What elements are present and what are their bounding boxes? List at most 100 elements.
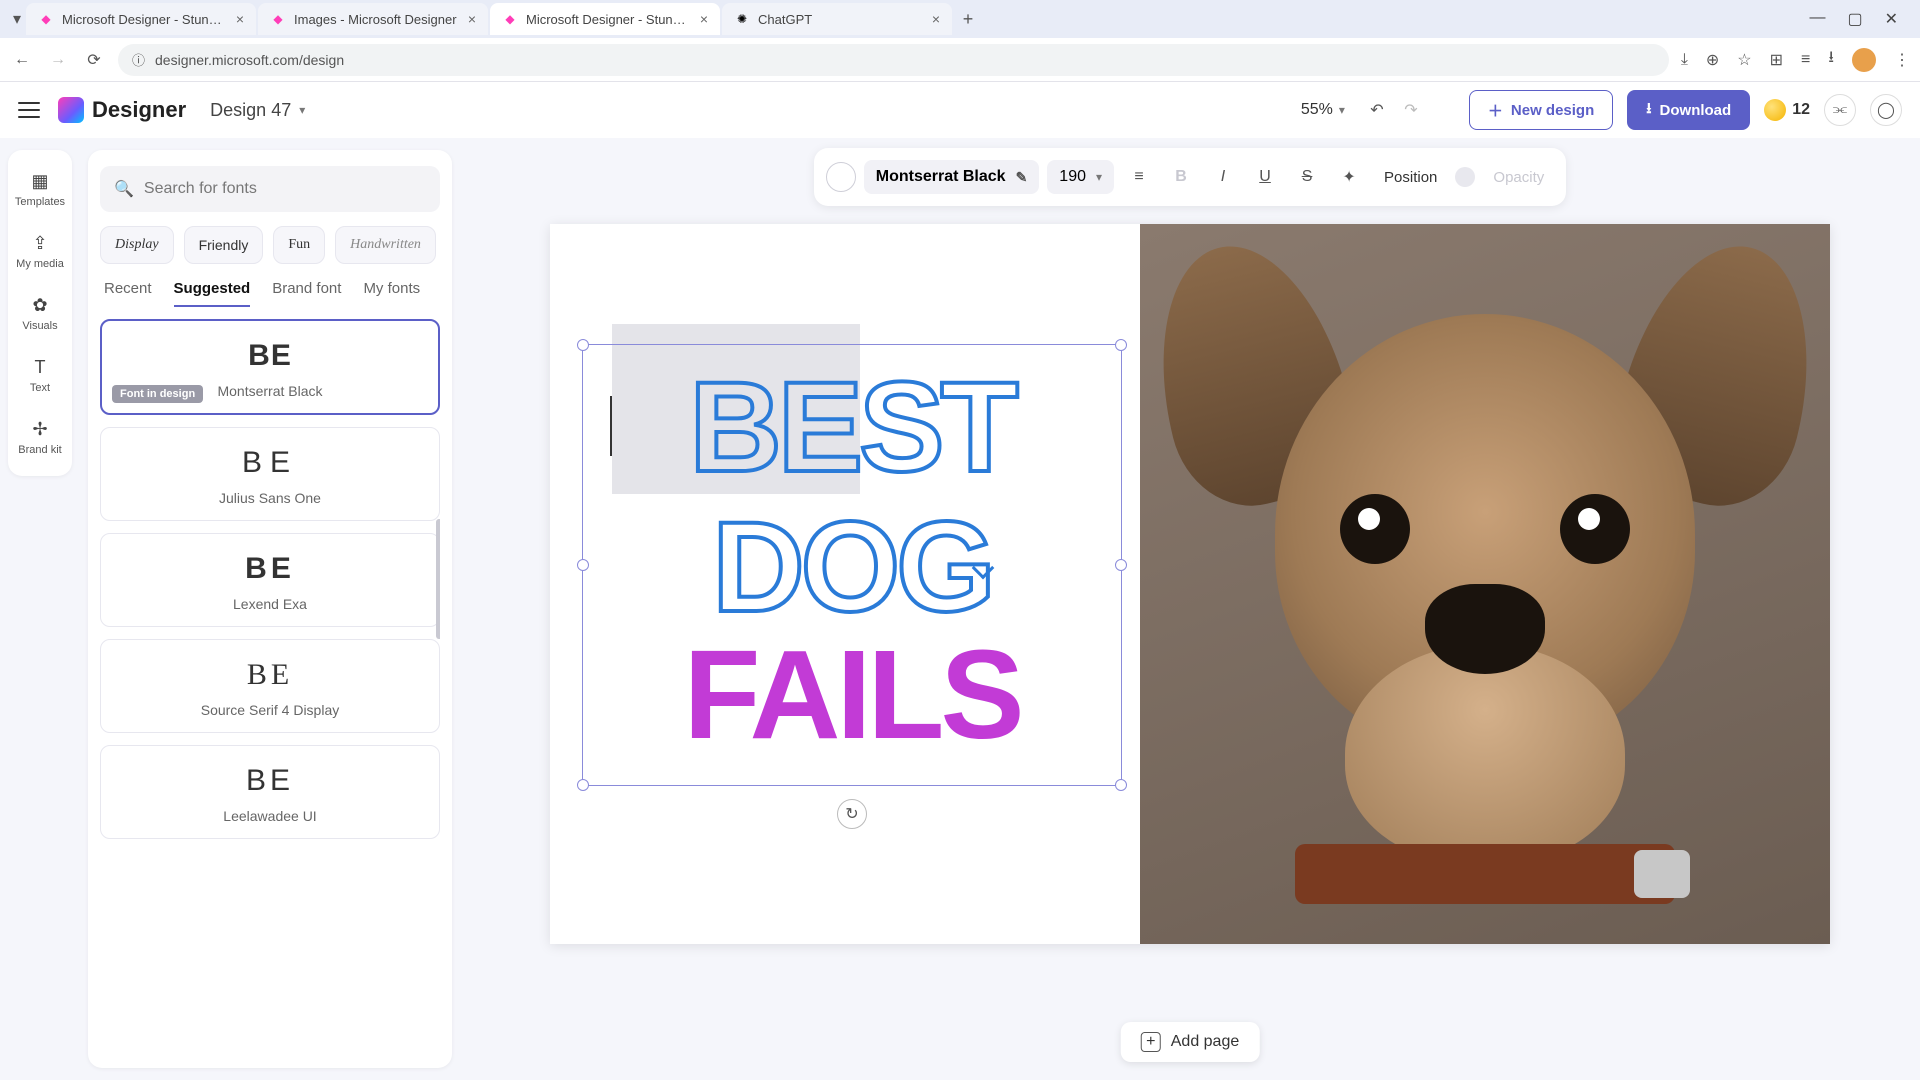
rotate-handle-icon[interactable]: ↻ bbox=[837, 799, 867, 829]
design-title-dropdown[interactable]: Design 47 ▾ bbox=[210, 100, 305, 121]
bookmark-icon[interactable]: ☆ bbox=[1737, 50, 1751, 70]
close-icon[interactable]: × bbox=[468, 11, 476, 27]
profile-avatar-icon[interactable] bbox=[1852, 48, 1876, 72]
menu-icon[interactable] bbox=[18, 102, 40, 118]
resize-handle[interactable] bbox=[1115, 779, 1127, 791]
rail-my-media[interactable]: ⇪My media bbox=[8, 220, 72, 282]
favicon-icon: ◆ bbox=[502, 11, 518, 27]
close-icon[interactable]: × bbox=[236, 11, 244, 27]
brand[interactable]: Designer bbox=[58, 97, 186, 123]
account-icon[interactable]: ◯ bbox=[1870, 94, 1902, 126]
artboard-dog-image[interactable] bbox=[1140, 224, 1830, 944]
text-align-icon[interactable]: ≡ bbox=[1122, 160, 1156, 194]
site-info-icon[interactable]: ⓘ bbox=[132, 50, 145, 69]
zoom-dropdown[interactable]: 55% ▾ bbox=[1291, 97, 1355, 123]
maximize-icon[interactable]: ▢ bbox=[1847, 9, 1862, 29]
url-text: designer.microsoft.com/design bbox=[155, 52, 344, 68]
opacity-button[interactable]: Opacity bbox=[1483, 169, 1554, 186]
font-family-selector[interactable]: Montserrat Black ✎ bbox=[864, 160, 1040, 194]
downloads-icon[interactable]: ⭳ bbox=[1828, 46, 1834, 73]
brand-name: Designer bbox=[92, 97, 186, 123]
tab-bar: ▾ ◆ Microsoft Designer - Stunning × ◆ Im… bbox=[0, 0, 1920, 38]
font-in-design-badge: Font in design bbox=[112, 385, 203, 403]
extensions-icon[interactable]: ⊞ bbox=[1770, 50, 1783, 70]
font-card-lexend-exa[interactable]: BE Lexend Exa bbox=[100, 533, 440, 627]
install-app-icon[interactable]: ⤓ bbox=[1681, 51, 1688, 69]
forward-icon[interactable]: → bbox=[46, 51, 70, 69]
reading-list-icon[interactable]: ≡ bbox=[1801, 51, 1810, 69]
reload-icon[interactable]: ⟳ bbox=[82, 50, 106, 70]
font-size-selector[interactable]: 190 ▾ bbox=[1047, 160, 1114, 194]
font-card-julius-sans-one[interactable]: BE Julius Sans One bbox=[100, 427, 440, 521]
favicon-icon: ◆ bbox=[270, 11, 286, 27]
coin-icon bbox=[1764, 99, 1786, 121]
url-input[interactable]: ⓘ designer.microsoft.com/design bbox=[118, 44, 1669, 76]
download-icon: ⭳ bbox=[1646, 98, 1651, 123]
tab-search-dropdown[interactable]: ▾ bbox=[8, 9, 26, 29]
chevron-down-icon: ▾ bbox=[299, 103, 305, 117]
browser-tab-active[interactable]: ◆ Microsoft Designer - Stunning × bbox=[490, 3, 720, 35]
resize-handle[interactable] bbox=[1115, 339, 1127, 351]
font-list[interactable]: BE Montserrat Black Font in design BE Ju… bbox=[100, 319, 440, 1052]
font-name: Source Serif 4 Display bbox=[115, 702, 425, 718]
resize-handle[interactable] bbox=[577, 779, 589, 791]
font-sample: BE bbox=[115, 764, 425, 798]
artboard[interactable]: BEST DOG FAILS ↻ bbox=[550, 224, 1830, 944]
font-search-input[interactable]: 🔍 Search for fonts bbox=[100, 166, 440, 212]
tab-my-fonts[interactable]: My fonts bbox=[363, 280, 420, 307]
chip-fun[interactable]: Fun bbox=[273, 226, 325, 264]
chip-display[interactable]: Display bbox=[100, 226, 174, 264]
resize-handle[interactable] bbox=[577, 339, 589, 351]
italic-icon[interactable]: I bbox=[1206, 160, 1240, 194]
tab-recent[interactable]: Recent bbox=[104, 280, 152, 307]
close-icon[interactable]: × bbox=[932, 11, 940, 27]
back-icon[interactable]: ← bbox=[10, 51, 34, 69]
browser-tab[interactable]: ◆ Images - Microsoft Designer × bbox=[258, 3, 488, 35]
selection-bounding-box[interactable]: ↻ bbox=[582, 344, 1122, 786]
window-controls: — ▢ ✕ bbox=[1809, 9, 1912, 29]
new-tab-button[interactable]: + bbox=[954, 9, 982, 30]
strikethrough-icon[interactable]: S bbox=[1290, 160, 1324, 194]
effects-icon[interactable]: ✦ bbox=[1332, 160, 1366, 194]
browser-tab[interactable]: ✺ ChatGPT × bbox=[722, 3, 952, 35]
bold-icon[interactable]: B bbox=[1164, 160, 1198, 194]
download-button[interactable]: ⭳ Download bbox=[1627, 90, 1750, 130]
position-button[interactable]: Position bbox=[1374, 169, 1447, 186]
chip-handwritten[interactable]: Handwritten bbox=[335, 226, 436, 264]
font-family-value: Montserrat Black bbox=[876, 168, 1006, 186]
zoom-icon[interactable]: ⊕ bbox=[1706, 50, 1719, 70]
close-icon[interactable]: × bbox=[700, 11, 708, 27]
tab-suggested[interactable]: Suggested bbox=[174, 280, 251, 307]
tab-title: ChatGPT bbox=[758, 12, 924, 27]
kebab-menu-icon[interactable]: ⋮ bbox=[1894, 50, 1910, 70]
chip-friendly[interactable]: Friendly bbox=[184, 226, 264, 264]
minimize-icon[interactable]: — bbox=[1809, 9, 1825, 29]
text-color-swatch[interactable] bbox=[826, 162, 856, 192]
font-card-montserrat-black[interactable]: BE Montserrat Black Font in design bbox=[100, 319, 440, 415]
tab-title: Microsoft Designer - Stunning bbox=[526, 12, 692, 27]
rail-visuals[interactable]: ✿Visuals bbox=[8, 282, 72, 344]
rail-templates[interactable]: ▦Templates bbox=[8, 158, 72, 220]
share-icon[interactable]: ⫘ bbox=[1824, 94, 1856, 126]
add-page-button[interactable]: + Add page bbox=[1121, 1022, 1260, 1062]
underline-icon[interactable]: U bbox=[1248, 160, 1282, 194]
rail-text[interactable]: TText bbox=[8, 344, 72, 406]
undo-icon[interactable]: ↶ bbox=[1365, 100, 1389, 120]
credits-counter[interactable]: 12 bbox=[1764, 99, 1810, 121]
resize-handle[interactable] bbox=[577, 559, 589, 571]
browser-chrome: ▾ ◆ Microsoft Designer - Stunning × ◆ Im… bbox=[0, 0, 1920, 82]
tab-brand-font[interactable]: Brand font bbox=[272, 280, 341, 307]
edit-pencil-icon[interactable]: ✎ bbox=[1016, 169, 1028, 186]
browser-tab[interactable]: ◆ Microsoft Designer - Stunning × bbox=[26, 3, 256, 35]
font-card-source-serif-4-display[interactable]: BE Source Serif 4 Display bbox=[100, 639, 440, 733]
close-window-icon[interactable]: ✕ bbox=[1885, 9, 1898, 29]
plus-icon: ＋ bbox=[1488, 100, 1503, 121]
scrollbar-thumb[interactable] bbox=[436, 519, 440, 639]
new-design-button[interactable]: ＋ New design bbox=[1469, 90, 1613, 130]
brand-kit-icon: ✢ bbox=[29, 418, 51, 440]
rail-brand-kit[interactable]: ✢Brand kit bbox=[8, 406, 72, 468]
text-icon: T bbox=[29, 356, 51, 378]
font-card-leelawadee-ui[interactable]: BE Leelawadee UI bbox=[100, 745, 440, 839]
resize-handle[interactable] bbox=[1115, 559, 1127, 571]
redo-icon[interactable]: ↷ bbox=[1399, 100, 1423, 120]
